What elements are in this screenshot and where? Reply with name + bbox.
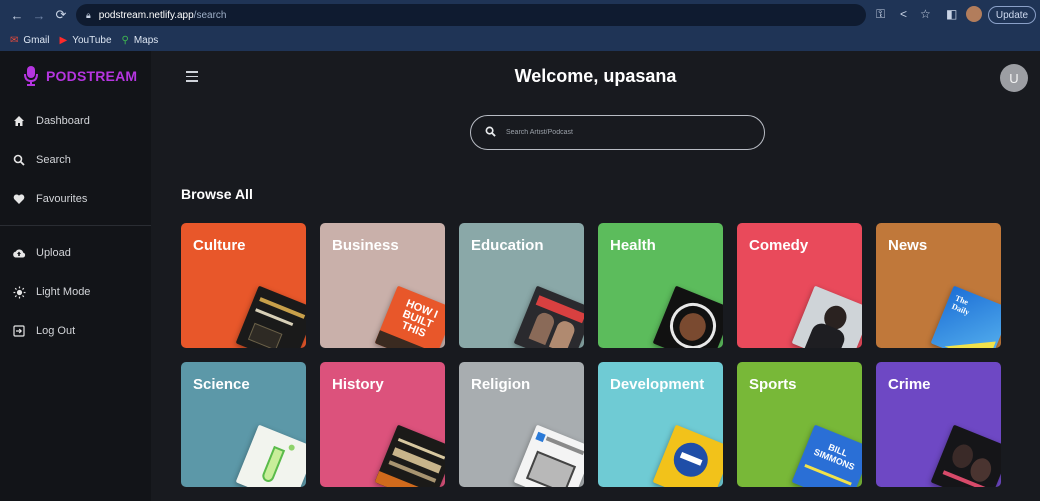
sidebar-item-search[interactable]: Search [12, 153, 71, 167]
podcast-cover [930, 424, 1001, 487]
category-card-business[interactable]: Business HOW I BUILT THIS [320, 223, 445, 348]
heart-icon [12, 192, 26, 206]
sidebar-item-light-mode[interactable]: Light Mode [12, 285, 90, 299]
bookmark-label: YouTube [72, 35, 112, 46]
category-title: Science [193, 376, 250, 393]
update-button[interactable]: Update [988, 6, 1036, 24]
bookmark-label: Gmail [23, 35, 50, 46]
sidebar-item-label: Light Mode [36, 286, 91, 298]
category-title: Sports [749, 376, 797, 393]
category-title: News [888, 237, 928, 254]
category-card-crime[interactable]: Crime [876, 362, 1001, 487]
cover-text: The Daily [950, 293, 971, 317]
podcast-cover [513, 285, 584, 348]
sidebar-item-label: Upload [36, 247, 71, 259]
home-icon [12, 114, 26, 128]
reload-icon[interactable]: ⟳ [52, 6, 70, 24]
section-title: Browse All [181, 186, 253, 202]
star-icon[interactable]: ☆ [920, 7, 931, 21]
podcast-cover: BILL SIMMONS [791, 424, 862, 487]
search-icon [485, 126, 496, 140]
logout-icon [12, 324, 26, 338]
share-icon[interactable]: < [900, 7, 907, 21]
podcast-cover [513, 424, 584, 487]
category-card-religion[interactable]: Religion [459, 362, 584, 487]
search-input[interactable] [506, 129, 746, 136]
key-icon[interactable]: ⚿ [876, 7, 885, 22]
bookmark-youtube[interactable]: ▶ YouTube [60, 35, 112, 46]
sun-icon [12, 285, 26, 299]
sidebar-item-label: Log Out [36, 325, 76, 337]
category-title: Crime [888, 376, 931, 393]
microphone-icon [24, 66, 38, 86]
gmail-icon: ✉ [10, 35, 19, 46]
sidebar-divider [0, 225, 151, 226]
address-bar[interactable]: 🔒︎ podstream.netlify.app/search [76, 4, 866, 26]
podcast-cover [652, 424, 723, 487]
podcast-cover [235, 285, 306, 348]
search-bar[interactable] [470, 115, 765, 150]
sidebar-item-upload[interactable]: Upload [12, 246, 71, 260]
sidebar-item-favourites[interactable]: Favourites [12, 192, 87, 206]
category-card-news[interactable]: News The Daily [876, 223, 1001, 348]
logo-text: PODSTREAM [46, 68, 138, 84]
browser-profile-avatar[interactable] [966, 6, 982, 22]
podcast-cover: HOW I BUILT THIS [374, 285, 445, 348]
browser-toolbar: ← → ⟳ 🔒︎ podstream.netlify.app/search ⚿ … [0, 0, 1040, 30]
category-grid: Culture Business HOW I BUILT THIS Educat… [181, 223, 1001, 501]
podcast-cover [652, 285, 723, 348]
podcast-cover: The Daily [930, 285, 1001, 348]
maps-icon: ⚲ [121, 35, 129, 46]
podcast-cover [235, 424, 306, 487]
category-card-sports[interactable]: Sports BILL SIMMONS [737, 362, 862, 487]
category-title: Comedy [749, 237, 809, 254]
url-host: podstream.netlify.app [98, 9, 194, 21]
bookmark-maps[interactable]: ⚲ Maps [122, 35, 159, 46]
sidebar-item-label: Search [36, 154, 71, 166]
category-card-science[interactable]: Science [181, 362, 306, 487]
category-title: Health [610, 237, 656, 254]
category-title: History [332, 376, 384, 393]
search-icon [12, 153, 26, 167]
sidebar-item-label: Favourites [36, 193, 88, 205]
category-card-history[interactable]: History [320, 362, 445, 487]
bookmarks-bar: ✉ Gmail ▶ YouTube ⚲ Maps [0, 30, 1040, 51]
browser-chrome: ← → ⟳ 🔒︎ podstream.netlify.app/search ⚿ … [0, 0, 1040, 51]
logo[interactable]: PODSTREAM [22, 65, 137, 87]
category-card-education[interactable]: Education [459, 223, 584, 348]
avatar[interactable]: U [1000, 64, 1028, 92]
category-card-culture[interactable]: Culture [181, 223, 306, 348]
category-card-health[interactable]: Health [598, 223, 723, 348]
sidebar: PODSTREAM Dashboard Search Favourites Up… [0, 51, 151, 501]
category-card-comedy[interactable]: Comedy [737, 223, 862, 348]
page-title: Welcome, upasana [514, 66, 677, 86]
category-title: Development [610, 376, 705, 393]
category-card-development[interactable]: Development [598, 362, 723, 487]
category-title: Religion [471, 376, 531, 393]
cloud-upload-icon [12, 246, 26, 260]
main-content: Welcome, upasana U Browse All Culture Bu… [151, 51, 1040, 501]
bookmark-gmail[interactable]: ✉ Gmail [10, 35, 50, 46]
bookmark-label: Maps [133, 35, 159, 46]
podcast-cover [791, 285, 862, 348]
sidebar-item-dashboard[interactable]: Dashboard [12, 114, 90, 128]
sidepanel-icon[interactable]: ◧ [946, 7, 957, 21]
category-title: Education [471, 237, 544, 254]
lock-icon: 🔒︎ [86, 9, 91, 20]
category-title: Business [332, 237, 399, 254]
sidebar-item-log-out[interactable]: Log Out [12, 324, 75, 338]
youtube-icon: ▶ [59, 35, 68, 46]
url-path: /search [193, 9, 227, 21]
forward-icon[interactable]: → [30, 6, 48, 24]
category-title: Culture [193, 237, 246, 254]
sidebar-item-label: Dashboard [36, 115, 90, 127]
back-icon[interactable]: ← [8, 6, 26, 24]
podcast-cover [374, 424, 445, 487]
